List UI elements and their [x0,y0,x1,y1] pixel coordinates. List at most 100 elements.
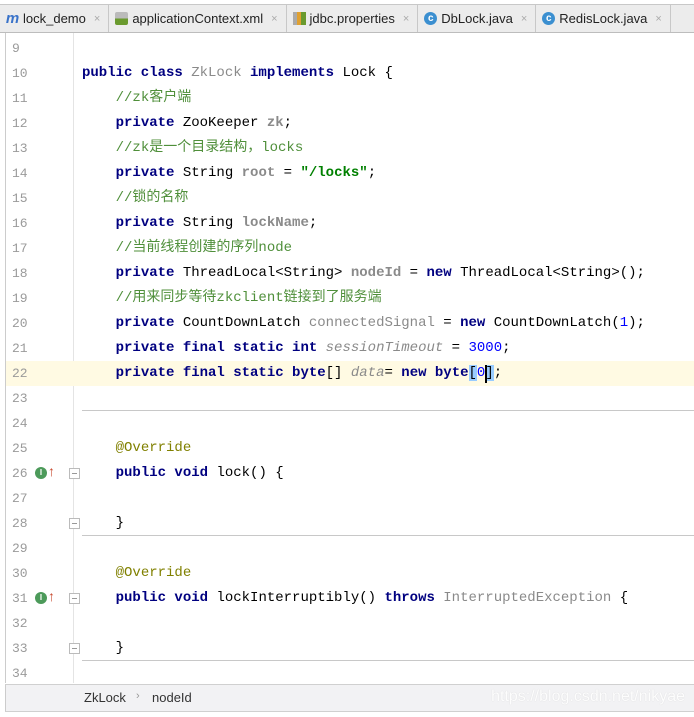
code-line[interactable]: 11 //zk客户端 [6,86,694,111]
line-number: 17 [12,241,28,256]
code-token: //zk是一个目录结构，locks [115,140,304,156]
code-line[interactable]: 31 public void lockInterruptibly() throw… [6,586,694,611]
code-text: } [82,511,124,536]
code-line[interactable]: 30 @Override [6,561,694,586]
code-line[interactable]: 26 public void lock() {I ↑ [6,461,694,486]
override-arrow-icon[interactable]: ↑ [48,588,55,604]
line-number: 14 [12,166,28,181]
code-text: //用来同步等待zkclient链接到了服务端 [82,286,382,311]
fold-marker-icon[interactable] [69,468,80,479]
code-token: [ [468,365,477,381]
code-line[interactable]: 21 private final static int sessionTimeo… [6,336,694,361]
tab-label: applicationContext.xml [132,11,264,26]
code-token: private [115,265,183,281]
line-number: 34 [12,666,28,681]
code-line[interactable]: 29 [6,536,694,561]
tab-label: RedisLock.java [559,11,648,26]
code-line[interactable]: 22 private final static byte[] data= new… [6,361,694,386]
code-token: ; [493,365,503,381]
tab-dblock-java[interactable]: c DbLock.java × [418,5,537,32]
code-line[interactable]: 25 @Override [6,436,694,461]
code-token: [] [325,365,351,381]
code-token: lockInterruptibly() [216,590,385,606]
code-text: private ZooKeeper zk; [82,111,292,136]
code-line[interactable]: 27 [6,486,694,511]
code-token: public void [115,465,217,481]
code-text: private String root = "/locks"; [82,161,376,186]
tab-redislock-java[interactable]: c RedisLock.java × [536,5,671,32]
code-line[interactable]: 13 //zk是一个目录结构，locks [6,136,694,161]
properties-file-icon [292,12,306,25]
code-text: private String lockName; [82,211,318,236]
code-token: lockName [241,215,309,231]
close-icon[interactable]: × [655,13,661,25]
implements-method-icon[interactable]: I [35,592,47,604]
code-line[interactable]: 16 private String lockName; [6,211,694,236]
code-line[interactable]: 32 [6,611,694,636]
code-token: ZooKeeper [182,115,267,131]
code-token: //当前线程创建的序列node [115,240,293,256]
code-token: private [115,315,183,331]
code-line[interactable]: 33 } [6,636,694,661]
code-line[interactable]: 18 private ThreadLocal<String> nodeId = … [6,261,694,286]
close-icon[interactable]: × [521,13,527,25]
code-line[interactable]: 28 } [6,511,694,536]
code-token: ; [283,115,293,131]
breadcrumb-class[interactable]: ZkLock [84,690,126,705]
code-token: nodeId [350,265,402,281]
code-token: } [82,515,125,531]
code-token: ThreadLocal<String> [182,265,351,281]
fold-marker-icon[interactable] [69,643,80,654]
tab-jdbc-properties[interactable]: jdbc.properties × [287,5,419,32]
code-token: throws [384,590,444,606]
implements-method-icon[interactable]: I [35,467,47,479]
code-token: ; [308,215,318,231]
code-line[interactable]: 15 //锁的名称 [6,186,694,211]
code-token: 1 [619,315,629,331]
breadcrumb-field[interactable]: nodeId [152,690,192,705]
watermark: https://blog.csdn.net/nikyae [491,688,685,705]
xml-file-icon [115,12,129,25]
fold-marker-icon[interactable] [69,593,80,604]
code-token: root [241,165,276,181]
line-number: 21 [12,341,28,356]
code-token: @Override [115,565,192,581]
close-icon[interactable]: × [271,13,277,25]
code-line[interactable]: 23 [6,386,694,411]
close-icon[interactable]: × [403,13,409,25]
code-line[interactable]: 34 [6,661,694,683]
code-token: ; [502,340,511,356]
fold-marker-icon[interactable] [69,518,80,529]
line-number: 33 [12,641,28,656]
code-line[interactable]: 24 [6,411,694,436]
override-arrow-icon[interactable]: ↑ [48,463,55,479]
code-token: String [182,165,242,181]
line-number: 27 [12,491,28,506]
code-token: new [460,315,494,331]
close-icon[interactable]: × [94,13,100,25]
code-line[interactable]: 10 public class ZkLock implements Lock { [6,61,694,86]
code-line[interactable]: 19 //用来同步等待zkclient链接到了服务端 [6,286,694,311]
code-line[interactable]: 14 private String root = "/locks"; [6,161,694,186]
code-line[interactable]: 9 [6,36,694,61]
line-number: 29 [12,541,28,556]
tab-lock-demo[interactable]: m lock_demo × [0,5,110,32]
method-separator [82,660,694,661]
code-editor[interactable]: 9 10 public class ZkLock implements Lock {… [5,33,694,683]
code-line[interactable]: 20 private CountDownLatch connectedSigna… [6,311,694,336]
tab-applicationcontext-xml[interactable]: applicationContext.xml × [109,5,287,32]
code-token: = [275,165,301,181]
code-token: ; [367,165,377,181]
module-icon: m [5,10,20,27]
code-line[interactable]: 12 private ZooKeeper zk; [6,111,694,136]
code-token: private final static byte [115,365,326,381]
code-line[interactable]: 17 //当前线程创建的序列node [6,236,694,261]
